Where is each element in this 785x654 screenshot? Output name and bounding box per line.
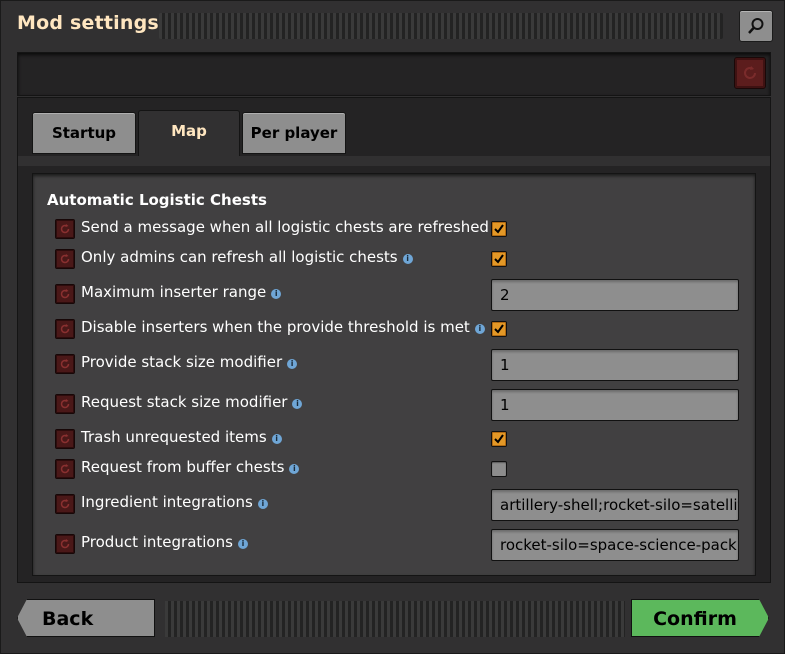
check-icon [494,434,504,444]
reset-setting-button[interactable] [55,494,75,514]
window-title: Mod settings [17,12,159,34]
reset-icon [60,499,70,509]
info-icon[interactable]: i [271,289,282,299]
info-icon[interactable]: i [287,359,298,369]
reset-icon [60,434,70,444]
setting-row: Send a message when all logistic chests … [55,214,745,244]
reset-setting-button[interactable] [55,429,75,449]
setting-label: Send a message when all logistic chests … [81,218,504,236]
setting-textfield[interactable]: rocket-silo=space-science-pack [491,529,739,561]
setting-checkbox[interactable] [491,461,507,477]
setting-checkbox[interactable] [491,251,507,267]
info-icon[interactable]: i [237,539,248,549]
reset-setting-button[interactable] [55,319,75,339]
dialog-buttons: Back Confirm [17,599,769,641]
reset-icon [60,324,70,334]
setting-label: Product integrations i [81,533,248,551]
check-icon [494,254,504,264]
reset-icon [60,224,70,234]
setting-textfield[interactable]: 1 [491,389,739,421]
reset-icon [60,399,70,409]
reset-icon [60,539,70,549]
reset-setting-button[interactable] [55,459,75,479]
info-icon[interactable]: i [292,399,303,409]
reset-setting-button[interactable] [55,534,75,554]
info-icon[interactable]: i [289,464,300,474]
setting-row: Request from buffer chests i [55,454,745,484]
check-icon [494,224,504,234]
setting-row: Disable inserters when the provide thres… [55,314,745,344]
tab-map[interactable]: Map [138,110,240,158]
section-title: Automatic Logistic Chests [47,191,267,209]
setting-row: Product integrations i rocket-silo=space-… [55,529,745,561]
info-icon[interactable]: i [271,434,282,444]
confirm-button[interactable]: Confirm [631,599,769,637]
check-icon [494,324,504,334]
info-icon[interactable]: i [474,324,485,334]
reset-icon [60,289,70,299]
reset-setting-button[interactable] [55,284,75,304]
tabbed-pane: Startup Map Per player Automatic Logisti… [17,97,771,583]
back-button[interactable]: Back [17,599,155,637]
tab-startup[interactable]: Startup [32,112,136,154]
tab-strip [18,156,770,166]
setting-row: Trash unrequested items i [55,424,745,454]
setting-label: Ingredient integrations i [81,493,268,511]
setting-checkbox[interactable] [491,431,507,447]
search-toolbar [17,52,771,96]
setting-label: Maximum inserter range i [81,283,282,301]
setting-textfield[interactable]: 2 [491,279,739,311]
reset-setting-button[interactable] [55,354,75,374]
mod-settings-window: Mod settings Startup Map Per player Auto… [0,0,785,654]
info-icon[interactable]: i [402,254,413,264]
search-icon [748,18,764,34]
reset-setting-button[interactable] [55,394,75,414]
setting-checkbox[interactable] [491,321,507,337]
reset-icon [60,254,70,264]
setting-textfield[interactable]: artillery-shell;rocket-silo=satellite [491,489,739,521]
reset-setting-button[interactable] [55,219,75,239]
reset-icon [744,66,756,79]
setting-checkbox[interactable] [491,221,507,237]
setting-textfield[interactable]: 1 [491,349,739,381]
setting-row: Provide stack size modifier i 1 [55,349,745,381]
setting-label: Request stack size modifier i [81,393,303,411]
setting-row: Only admins can refresh all logistic che… [55,244,745,274]
info-icon[interactable]: i [257,499,268,509]
setting-label: Request from buffer chests i [81,458,300,476]
reset-all-button[interactable] [734,57,766,89]
setting-row: Request stack size modifier i 1 [55,389,745,421]
setting-label: Trash unrequested items i [81,428,282,446]
setting-label: Disable inserters when the provide thres… [81,318,485,336]
reset-icon [60,464,70,474]
drag-handle[interactable] [165,601,625,637]
setting-row: Ingredient integrations i artillery-shell… [55,489,745,521]
setting-label: Only admins can refresh all logistic che… [81,248,413,266]
search-button[interactable] [739,10,773,42]
title-bar: Mod settings [1,1,785,49]
reset-icon [60,359,70,369]
reset-setting-button[interactable] [55,249,75,269]
drag-handle[interactable] [159,13,723,39]
setting-row: Maximum inserter range i 2 [55,279,745,311]
settings-content: Automatic Logistic Chests Send a message… [32,173,756,576]
setting-label: Provide stack size modifier i [81,353,298,371]
tab-per-player[interactable]: Per player [242,112,346,154]
